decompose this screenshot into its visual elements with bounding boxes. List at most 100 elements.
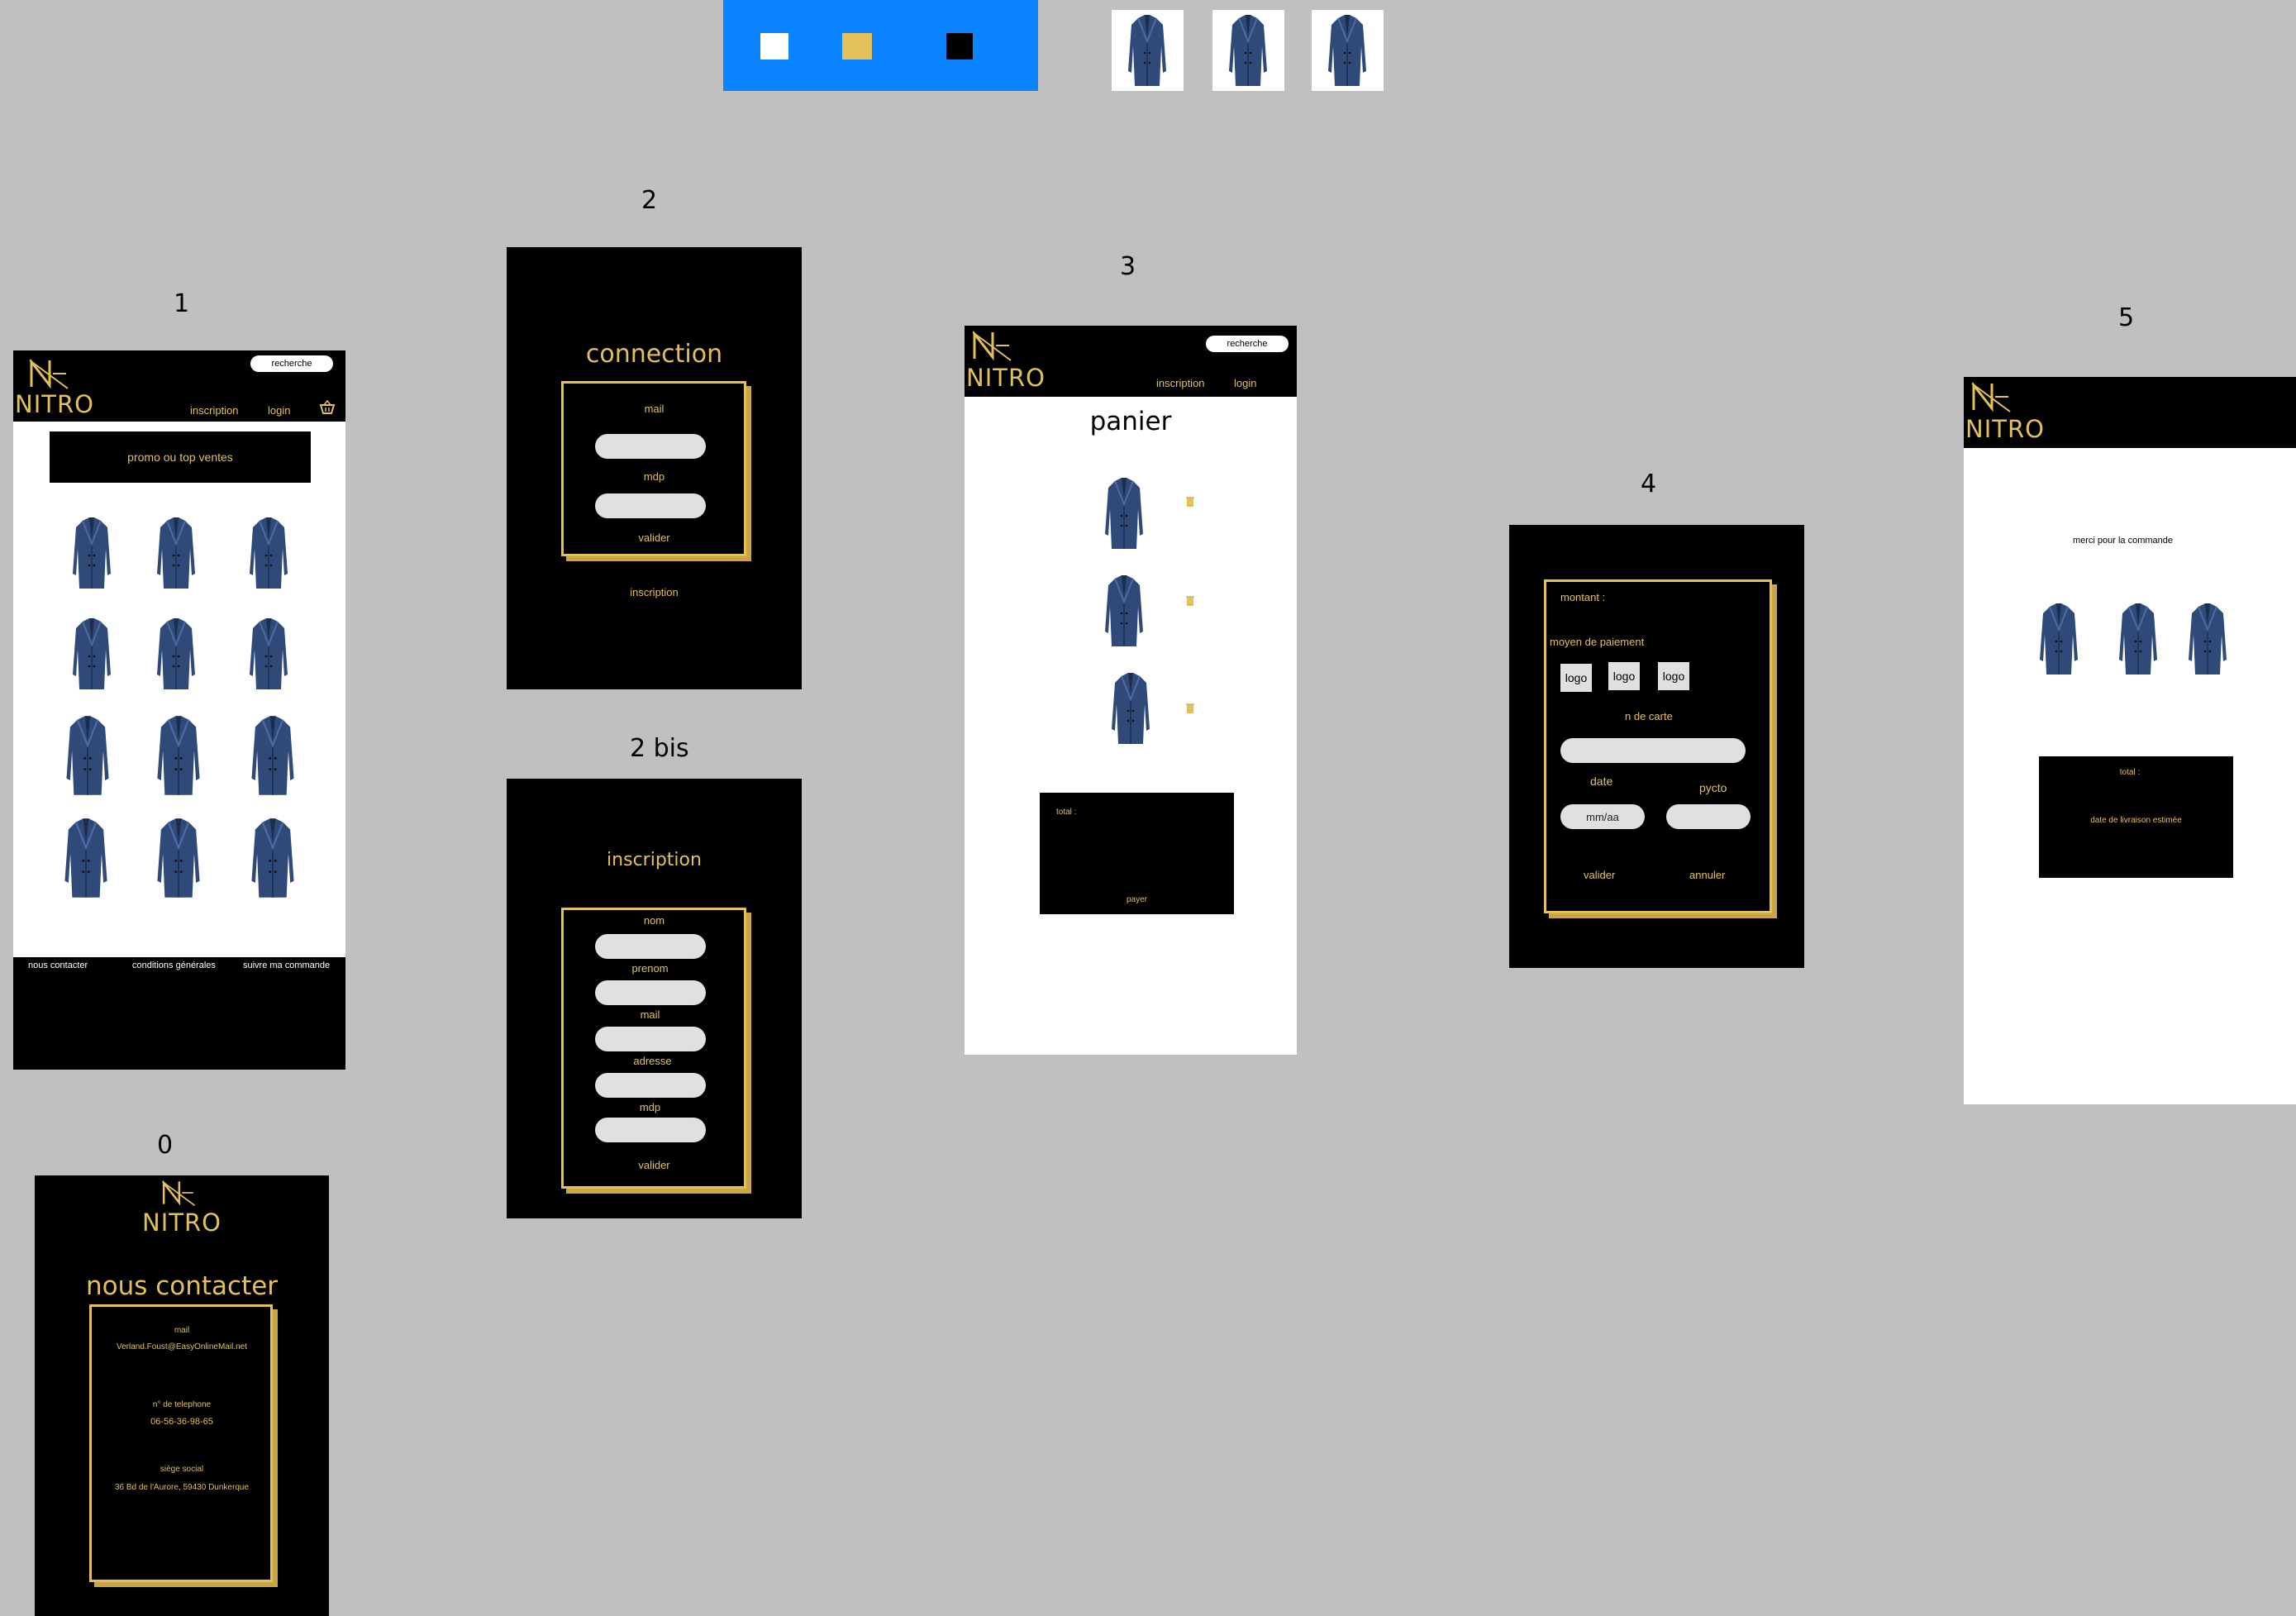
adresse-input[interactable] xyxy=(595,1073,706,1098)
password-input[interactable] xyxy=(595,1118,706,1142)
field-label-mail: mail xyxy=(640,1008,660,1021)
product-coat-image[interactable] xyxy=(155,617,197,691)
product-coat-image[interactable] xyxy=(64,714,111,797)
product-coat-image[interactable] xyxy=(155,516,197,590)
field-label-nom: nom xyxy=(643,914,665,927)
pay-button[interactable]: payer xyxy=(1040,895,1234,904)
thank-you-message: merci pour la commande xyxy=(2072,536,2174,546)
nav-login-link[interactable]: login xyxy=(1234,377,1256,389)
cart-summary: total : payer xyxy=(1040,793,1234,914)
product-coat-image[interactable] xyxy=(250,817,296,899)
contact-title: nous contacter xyxy=(85,1271,279,1301)
total-label: total : xyxy=(2119,768,2141,777)
search-input[interactable]: recherche xyxy=(1206,336,1289,352)
promo-label: promo ou top ventes xyxy=(127,450,233,464)
product-coat-image[interactable] xyxy=(248,617,289,691)
promo-banner[interactable]: promo ou top ventes xyxy=(50,431,311,483)
cvc-input[interactable] xyxy=(1666,804,1751,829)
nav-login-link[interactable]: login xyxy=(268,404,290,417)
expiry-date-input[interactable]: mm/aa xyxy=(1560,804,1645,829)
screen-confirmation: NITRO merci pour la commande total : dat… xyxy=(1964,377,2296,1104)
screen-register: inscription nom prenom mail adresse mdp … xyxy=(507,779,802,1218)
product-coat-image[interactable] xyxy=(250,714,296,797)
frame-label-2bis: 2 bis xyxy=(630,734,689,763)
search-input[interactable]: recherche xyxy=(250,355,333,372)
field-label-adresse: adresse xyxy=(633,1055,672,1067)
password-input[interactable] xyxy=(595,493,706,518)
frame-label-1: 1 xyxy=(174,289,190,318)
product-coat-image[interactable] xyxy=(71,516,112,590)
header: NITRO recherche inscription login xyxy=(13,350,345,422)
coat-thumbnail xyxy=(1112,10,1184,91)
register-title: inscription xyxy=(607,850,702,870)
payment-logo-button[interactable]: logo xyxy=(1560,664,1592,692)
cart-item-image xyxy=(1103,476,1145,551)
mail-input[interactable] xyxy=(595,434,706,459)
ordered-item-image xyxy=(2038,602,2079,676)
delivery-date-label: date de livraison estimée xyxy=(2090,816,2182,825)
brand-name: NITRO xyxy=(15,390,94,418)
color-palette-panel xyxy=(723,0,1038,91)
cvc-label: pycto xyxy=(1699,781,1727,794)
validate-button[interactable]: valider xyxy=(507,1159,802,1171)
amount-label: montant : xyxy=(1560,591,1606,603)
payment-logo-button[interactable]: logo xyxy=(1658,662,1689,690)
product-coat-image[interactable] xyxy=(248,516,289,590)
cart-item-image xyxy=(1103,574,1145,648)
cart-title: panier xyxy=(1089,407,1172,436)
frame-label-0: 0 xyxy=(157,1131,174,1160)
product-coat-image[interactable] xyxy=(155,714,202,797)
expiry-placeholder: mm/aa xyxy=(1586,811,1619,823)
phone-value[interactable]: 06-56-36-98-65 xyxy=(35,1417,329,1427)
validate-button[interactable]: valider xyxy=(1584,869,1615,881)
screen-payment: montant : moyen de paiement logo logo lo… xyxy=(1509,525,1804,968)
nav-inscription-link[interactable]: inscription xyxy=(190,404,239,417)
address-label: siège social xyxy=(160,1465,204,1474)
cancel-button[interactable]: annuler xyxy=(1689,869,1725,881)
nitro-logo-icon xyxy=(28,357,69,390)
trash-icon[interactable] xyxy=(1186,595,1194,607)
screen-login: connection mail mdp valider inscription xyxy=(507,247,802,689)
order-summary: total : date de livraison estimée xyxy=(2039,756,2233,878)
footer-link-track-order[interactable]: suivre ma commande xyxy=(243,961,330,970)
product-coat-image[interactable] xyxy=(155,817,202,899)
trash-icon[interactable] xyxy=(1186,703,1194,714)
swatch-gold xyxy=(842,33,872,60)
total-label: total : xyxy=(1056,808,1077,817)
nitro-logo-icon xyxy=(971,329,1012,362)
footer-link-conditions[interactable]: conditions générales xyxy=(132,961,216,970)
product-coat-image[interactable] xyxy=(63,817,109,899)
mail-value[interactable]: Verland.Foust@EasyOnlineMail.net xyxy=(35,1342,329,1351)
ordered-item-image xyxy=(2117,602,2159,676)
footer-link-contact[interactable]: nous contacter xyxy=(28,961,88,970)
payment-method-label: moyen de paiement xyxy=(1550,636,1645,648)
cart-item-image xyxy=(1110,671,1151,746)
frame-label-5: 5 xyxy=(2118,303,2135,332)
coat-thumbnail xyxy=(1212,10,1284,91)
card-number-input[interactable] xyxy=(1560,738,1746,763)
trash-icon[interactable] xyxy=(1186,496,1194,508)
login-title: connection xyxy=(585,340,723,369)
password-label: mdp xyxy=(643,470,665,483)
date-label: date xyxy=(1590,775,1613,788)
prenom-input[interactable] xyxy=(595,980,706,1005)
validate-button[interactable]: valider xyxy=(507,532,802,544)
basket-icon[interactable] xyxy=(319,400,336,415)
swatch-black xyxy=(946,33,973,60)
mail-label: mail xyxy=(174,1326,190,1335)
coat-thumbnail xyxy=(1312,10,1384,91)
frame-label-4: 4 xyxy=(1641,470,1657,498)
mail-input[interactable] xyxy=(595,1027,706,1051)
product-coat-image[interactable] xyxy=(71,617,112,691)
ordered-item-image xyxy=(2187,602,2228,676)
address-value: 36 Bd de l'Aurore, 59430 Dunkerque xyxy=(114,1483,250,1492)
mail-label: mail xyxy=(644,403,665,415)
payment-logo-button[interactable]: logo xyxy=(1608,662,1640,690)
screen-home: NITRO recherche inscription login promo … xyxy=(13,350,345,1070)
nav-inscription-link[interactable]: inscription xyxy=(1156,377,1205,389)
nom-input[interactable] xyxy=(595,934,706,959)
inscription-link[interactable]: inscription xyxy=(507,586,802,598)
footer: nous contacter conditions générales suiv… xyxy=(13,957,345,1070)
header: NITRO xyxy=(1964,377,2296,448)
screen-contact: NITRO nous contacter mail Verland.Foust@… xyxy=(35,1175,329,1616)
